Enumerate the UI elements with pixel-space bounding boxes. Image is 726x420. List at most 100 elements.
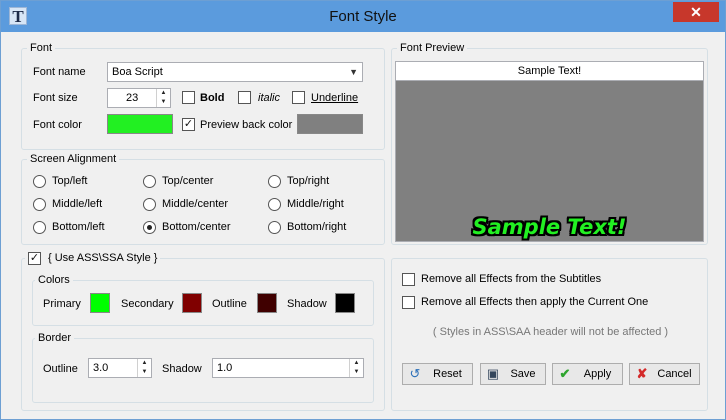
apply-button[interactable]: ✔ Apply <box>552 363 623 385</box>
italic-checkbox[interactable] <box>238 91 251 104</box>
align-label-middle-center: Middle/center <box>162 198 229 210</box>
underline-checkbox[interactable] <box>292 91 305 104</box>
border-shadow-spin-buttons[interactable]: ▲ ▼ <box>349 359 363 377</box>
close-button[interactable]: ✕ <box>673 2 719 22</box>
secondary-label: Secondary <box>121 298 174 310</box>
align-radio-bottom-left[interactable] <box>33 221 46 234</box>
preview-group-legend: Font Preview <box>397 42 468 54</box>
remove-apply-effects-label: Remove all Effects then apply the Curren… <box>421 296 649 308</box>
preview-header-text: Sample Text! <box>517 65 582 77</box>
use-ass-style-checkbox[interactable]: ✓ <box>28 252 41 265</box>
font-size-spin-buttons[interactable]: ▲ ▼ <box>156 89 170 107</box>
border-outline-label: Outline <box>43 363 78 375</box>
underline-label: Underline <box>311 92 359 104</box>
preview-group: Font Preview Sample Text! Sample Text! <box>391 42 708 245</box>
border-shadow-stepper[interactable]: 1.0 ▲ ▼ <box>212 358 364 378</box>
align-label-top-right: Top/right <box>287 175 330 187</box>
save-button[interactable]: ▣ Save <box>480 363 546 385</box>
font-name-value: Boa Script <box>112 66 163 78</box>
border-legend: Border <box>35 332 75 344</box>
dialog-client: Font Font name Boa Script ▼ Font size 23… <box>9 32 717 412</box>
title-bar[interactable]: T Font Style ✕ <box>1 1 725 32</box>
preview-sample-text: Sample Text! <box>472 215 627 239</box>
cancel-button[interactable]: ✘ Cancel <box>629 363 700 385</box>
outline-color-swatch[interactable] <box>257 293 277 313</box>
alignment-group-legend: Screen Alignment <box>27 153 120 165</box>
window-title: Font Style <box>329 8 397 25</box>
align-radio-bottom-center[interactable] <box>143 221 156 234</box>
font-group-legend: Font <box>27 42 56 54</box>
align-radio-middle-right[interactable] <box>268 198 281 211</box>
align-label-bottom-left: Bottom/left <box>52 221 105 233</box>
outline-color-label: Outline <box>212 298 247 310</box>
preview-back-color-label: Preview back color <box>200 119 293 131</box>
spin-down-icon[interactable]: ▼ <box>350 368 363 377</box>
spin-down-icon[interactable]: ▼ <box>157 98 170 107</box>
border-shadow-value: 1.0 <box>217 362 233 374</box>
apply-button-label: Apply <box>583 368 612 380</box>
remove-apply-effects-checkbox[interactable] <box>402 296 415 309</box>
border-outline-value: 3.0 <box>93 362 109 374</box>
reset-button[interactable]: ↺ Reset <box>402 363 473 385</box>
primary-color-swatch[interactable] <box>90 293 110 313</box>
align-radio-middle-left[interactable] <box>33 198 46 211</box>
reset-icon: ↺ <box>409 366 421 381</box>
align-radio-top-center[interactable] <box>143 175 156 188</box>
reset-button-label: Reset <box>433 368 462 380</box>
border-group: Border Outline 3.0 ▲ ▼ Shadow 1.0 ▲ ▼ <box>32 332 374 403</box>
preview-back-color-checkbox[interactable]: ✓ <box>182 118 195 131</box>
border-outline-spin-buttons[interactable]: ▲ ▼ <box>137 359 151 377</box>
align-radio-middle-center[interactable] <box>143 198 156 211</box>
border-shadow-label: Shadow <box>162 363 202 375</box>
italic-label: italic <box>258 92 281 104</box>
remove-all-effects-checkbox[interactable] <box>402 273 415 286</box>
font-name-dropdown[interactable]: Boa Script ▼ <box>107 62 363 82</box>
colors-legend: Colors <box>35 274 73 286</box>
font-color-swatch[interactable] <box>107 114 173 134</box>
preview-area: Sample Text! <box>395 80 704 242</box>
font-name-label: Font name <box>33 66 86 78</box>
ass-style-legend[interactable]: ✓ { Use ASS\SSA Style } <box>25 251 161 267</box>
preview-back-color-swatch[interactable] <box>297 114 363 134</box>
remove-all-effects-label: Remove all Effects from the Subtitles <box>421 273 602 285</box>
align-radio-bottom-right[interactable] <box>268 221 281 234</box>
colors-group: Colors Primary Secondary Outline Shadow <box>32 274 374 326</box>
font-size-label: Font size <box>33 92 78 104</box>
align-label-middle-left: Middle/left <box>52 198 103 210</box>
align-radio-top-right[interactable] <box>268 175 281 188</box>
effects-group: Remove all Effects from the Subtitles Re… <box>391 258 708 411</box>
secondary-color-swatch[interactable] <box>182 293 202 313</box>
font-style-window: T Font Style ✕ Font Font name Boa Script… <box>0 0 726 420</box>
align-label-top-left: Top/left <box>52 175 88 187</box>
preview-header: Sample Text! <box>395 61 704 81</box>
floppy-disk-icon: ▣ <box>486 366 500 381</box>
bold-label: Bold <box>200 92 225 104</box>
cancel-icon: ✘ <box>636 366 648 381</box>
shadow-color-label: Shadow <box>287 298 327 310</box>
align-label-bottom-center: Bottom/center <box>162 221 231 233</box>
align-radio-top-left[interactable] <box>33 175 46 188</box>
spin-up-icon[interactable]: ▲ <box>138 359 151 368</box>
align-label-top-center: Top/center <box>162 175 214 187</box>
primary-label: Primary <box>43 298 81 310</box>
chevron-down-icon: ▼ <box>349 67 358 77</box>
ass-style-group: ✓ { Use ASS\SSA Style } Colors Primary S… <box>21 251 385 411</box>
font-color-label: Font color <box>33 119 82 131</box>
alignment-group: Screen Alignment Top/left Top/center Top/r… <box>21 153 385 245</box>
font-size-stepper[interactable]: 23 ▲ ▼ <box>107 88 171 108</box>
spin-up-icon[interactable]: ▲ <box>350 359 363 368</box>
spin-down-icon[interactable]: ▼ <box>138 368 151 377</box>
align-label-middle-right: Middle/right <box>287 198 344 210</box>
cancel-button-label: Cancel <box>657 368 692 380</box>
align-label-bottom-right: Bottom/right <box>287 221 347 233</box>
shadow-color-swatch[interactable] <box>335 293 355 313</box>
effects-note: ( Styles in ASS\SAA header will not be a… <box>432 326 669 338</box>
font-size-value: 23 <box>126 92 139 104</box>
font-group: Font Font name Boa Script ▼ Font size 23… <box>21 42 385 150</box>
spin-up-icon[interactable]: ▲ <box>157 89 170 98</box>
radio-selected-dot <box>147 225 152 230</box>
border-outline-stepper[interactable]: 3.0 ▲ ▼ <box>88 358 152 378</box>
bold-checkbox[interactable] <box>182 91 195 104</box>
save-button-label: Save <box>510 368 536 380</box>
use-ass-style-label: { Use ASS\SSA Style } <box>48 252 158 264</box>
